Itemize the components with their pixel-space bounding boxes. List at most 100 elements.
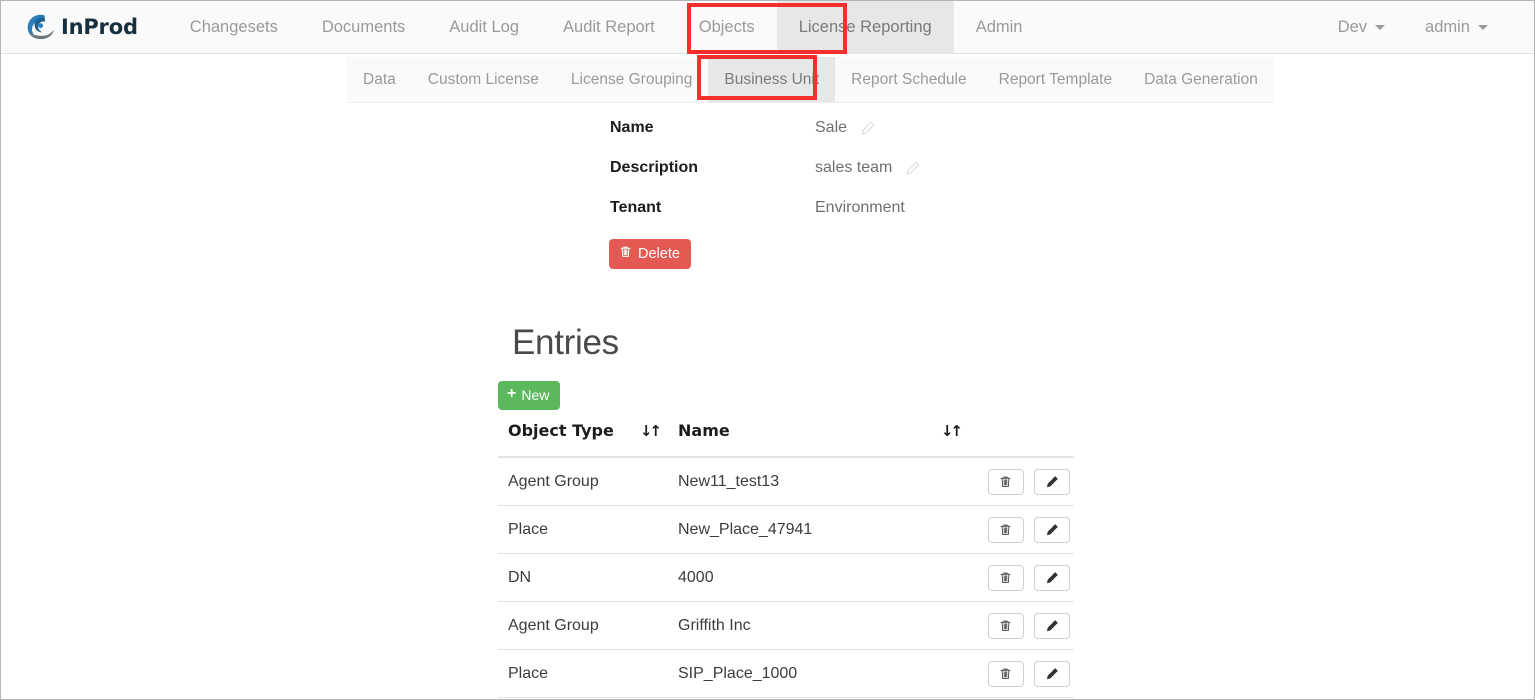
trash-icon bbox=[619, 245, 632, 262]
cell-object-type: Place bbox=[498, 505, 668, 554]
field-value-tenant-wrap: Environment bbox=[815, 199, 905, 217]
pencil-icon[interactable] bbox=[906, 161, 920, 175]
table-row: Agent Group Griffith Inc bbox=[498, 601, 1074, 650]
new-entry-button[interactable]: + New bbox=[498, 381, 561, 410]
cell-object-type: DN bbox=[498, 553, 668, 602]
table-row: Agent Group New11_test13 bbox=[498, 457, 1074, 506]
field-value-tenant: Environment bbox=[815, 199, 905, 216]
delete-row-button[interactable] bbox=[987, 612, 1024, 639]
field-row-description: Description sales team bbox=[1, 159, 1534, 199]
entries-title: Entries bbox=[512, 323, 619, 362]
cell-name: 4000 bbox=[668, 553, 964, 602]
table-row: DN 4000 bbox=[498, 553, 1074, 602]
brand-logo-link[interactable]: InProd bbox=[1, 1, 158, 53]
trash-icon bbox=[1000, 476, 1011, 487]
nav-item-admin[interactable]: Admin bbox=[954, 1, 1045, 53]
sort-updown-icon[interactable]: ↓↑ bbox=[640, 422, 662, 440]
nav-item-license-reporting[interactable]: License Reporting bbox=[776, 1, 954, 53]
user-menu-label: admin bbox=[1425, 17, 1470, 36]
delete-button-label: Delete bbox=[638, 245, 680, 262]
entries-table-body: Agent Group New11_test13 Place New_Place… bbox=[498, 457, 1074, 698]
cell-object-type: Agent Group bbox=[498, 457, 668, 506]
environment-dropdown[interactable]: Dev bbox=[1318, 1, 1405, 53]
field-label-description: Description bbox=[610, 159, 699, 176]
edit-row-button[interactable] bbox=[1034, 468, 1070, 495]
cell-actions bbox=[964, 553, 1074, 602]
cell-name: New_Place_47941 bbox=[668, 505, 964, 554]
column-header-object-type-label: Object Type bbox=[508, 421, 614, 440]
environment-dropdown-label: Dev bbox=[1337, 17, 1368, 36]
field-row-name: Name Sale bbox=[1, 119, 1534, 159]
cell-name: Griffith Inc bbox=[668, 601, 964, 650]
subnav-item-data[interactable]: Data bbox=[347, 57, 412, 102]
field-value-name: Sale bbox=[815, 119, 848, 136]
pencil-icon bbox=[1046, 620, 1058, 632]
subnav-item-custom-license[interactable]: Custom License bbox=[412, 57, 555, 102]
nav-item-changesets[interactable]: Changesets bbox=[168, 1, 300, 53]
subnav-item-report-schedule[interactable]: Report Schedule bbox=[835, 57, 982, 102]
column-header-actions bbox=[964, 411, 1074, 458]
field-label-tenant: Tenant bbox=[610, 199, 662, 216]
subnav-item-license-grouping[interactable]: License Grouping bbox=[555, 57, 709, 102]
table-row: Place SIP_Place_1000 bbox=[498, 649, 1074, 698]
nav-item-audit-report[interactable]: Audit Report bbox=[541, 1, 677, 53]
field-label-name: Name bbox=[610, 119, 654, 136]
cell-actions bbox=[964, 601, 1074, 650]
delete-row-button[interactable] bbox=[987, 516, 1024, 543]
top-navbar: InProd Changesets Documents Audit Log Au… bbox=[1, 1, 1534, 54]
table-row: Place New_Place_47941 bbox=[498, 505, 1074, 554]
field-row-tenant: Tenant Environment bbox=[1, 199, 1534, 239]
field-value-description: sales team bbox=[815, 159, 893, 176]
trash-icon bbox=[1000, 572, 1011, 583]
nav-item-audit-log[interactable]: Audit Log bbox=[427, 1, 541, 53]
delete-row-button[interactable] bbox=[987, 564, 1024, 591]
column-header-name[interactable]: Name ↓↑ bbox=[668, 411, 964, 458]
cell-name: SIP_Place_1000 bbox=[668, 649, 964, 698]
subnav-item-report-template[interactable]: Report Template bbox=[983, 57, 1128, 102]
table-header-row: Object Type ↓↑ Name ↓↑ bbox=[498, 411, 1074, 458]
pencil-icon bbox=[1046, 668, 1058, 680]
delete-row-button[interactable] bbox=[987, 660, 1024, 687]
column-header-object-type[interactable]: Object Type ↓↑ bbox=[498, 411, 668, 458]
nav-item-documents[interactable]: Documents bbox=[300, 1, 427, 53]
cell-object-type: Agent Group bbox=[498, 601, 668, 650]
subnav-item-business-unit[interactable]: Business Unit bbox=[708, 57, 836, 102]
field-value-name-wrap: Sale bbox=[815, 119, 875, 137]
user-menu-dropdown[interactable]: admin bbox=[1405, 1, 1508, 53]
pencil-icon[interactable] bbox=[861, 121, 875, 135]
navbar-right-group: Dev admin bbox=[1318, 1, 1534, 53]
spiral-logo-icon bbox=[23, 10, 57, 44]
nav-item-objects[interactable]: Objects bbox=[677, 1, 777, 53]
edit-row-button[interactable] bbox=[1034, 660, 1070, 687]
app-window: InProd Changesets Documents Audit Log Au… bbox=[0, 0, 1535, 700]
edit-row-button[interactable] bbox=[1034, 612, 1070, 639]
brand-name: InProd bbox=[61, 15, 138, 39]
sort-updown-icon[interactable]: ↓↑ bbox=[941, 422, 963, 440]
plus-icon: + bbox=[507, 385, 517, 402]
edit-row-button[interactable] bbox=[1034, 516, 1070, 543]
pencil-icon bbox=[1046, 524, 1058, 536]
edit-row-button[interactable] bbox=[1034, 564, 1070, 591]
secondary-navbar: Data Custom License License Grouping Bus… bbox=[347, 57, 1274, 103]
cell-name: New11_test13 bbox=[668, 457, 964, 506]
entries-table-head: Object Type ↓↑ Name ↓↑ bbox=[498, 411, 1074, 458]
pencil-icon bbox=[1046, 572, 1058, 584]
new-entry-button-label: New bbox=[521, 387, 550, 403]
cell-actions bbox=[964, 649, 1074, 698]
trash-icon bbox=[1000, 668, 1011, 679]
primary-nav-list: Changesets Documents Audit Log Audit Rep… bbox=[168, 1, 1045, 53]
pencil-icon bbox=[1046, 476, 1058, 488]
delete-row-button[interactable] bbox=[987, 468, 1024, 495]
entries-table: Object Type ↓↑ Name ↓↑ Agent Group New11… bbox=[498, 411, 1074, 698]
delete-button[interactable]: Delete bbox=[609, 239, 691, 269]
cell-actions bbox=[964, 505, 1074, 554]
chevron-down-icon bbox=[1375, 24, 1386, 30]
column-header-name-label: Name bbox=[678, 421, 730, 440]
trash-icon bbox=[1000, 524, 1011, 535]
trash-icon bbox=[1000, 620, 1011, 631]
subnav-item-data-generation[interactable]: Data Generation bbox=[1128, 57, 1274, 102]
cell-object-type: Place bbox=[498, 649, 668, 698]
cell-actions bbox=[964, 457, 1074, 506]
field-value-description-wrap: sales team bbox=[815, 159, 920, 177]
chevron-down-icon bbox=[1478, 24, 1488, 30]
